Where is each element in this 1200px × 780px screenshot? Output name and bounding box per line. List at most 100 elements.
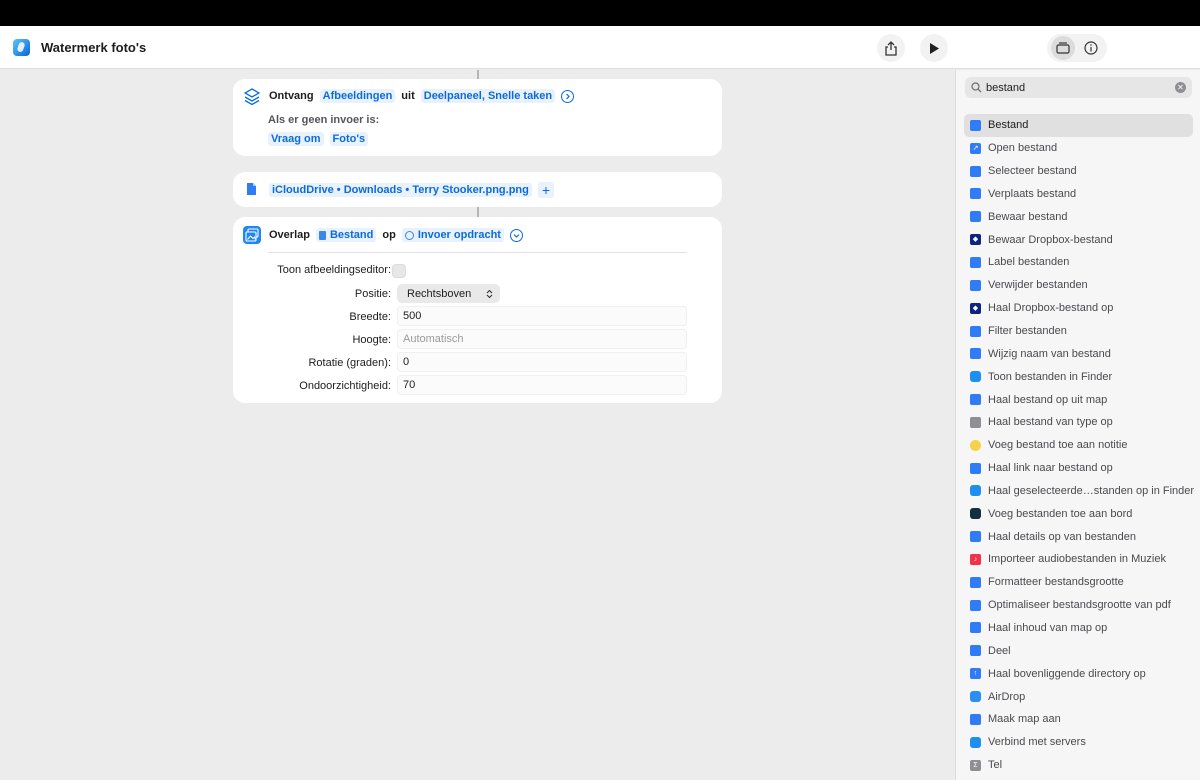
- editor-canvas: Ontvang Afbeeldingen uit Deelpaneel, Sne…: [0, 70, 955, 780]
- action-item[interactable]: Formatteer bestandsgrootte: [964, 571, 1193, 594]
- shortcuts-window: Watermerk foto's Ontvang Afbeeldingen ui…: [0, 26, 1200, 780]
- overlay-image-icon: [243, 226, 261, 244]
- cloud-icon: [970, 462, 981, 474]
- rotation-input[interactable]: [397, 352, 687, 372]
- action-item[interactable]: Haal bestand op uit map: [964, 388, 1193, 411]
- action-item-label: Bestand: [988, 119, 1029, 132]
- folder-icon: [970, 713, 981, 725]
- freeform-icon: [970, 508, 981, 520]
- action-item[interactable]: Maak map aan: [964, 708, 1193, 731]
- search-icon: [971, 82, 982, 93]
- action-item-label: Optimaliseer bestandsgrootte van pdf: [988, 599, 1171, 612]
- file-icon: [970, 165, 981, 177]
- collapse-button[interactable]: [509, 228, 523, 242]
- connector-line: [477, 207, 479, 217]
- action-item-label: Verplaats bestand: [988, 187, 1077, 200]
- shortcut-title[interactable]: Watermerk foto's: [41, 40, 146, 55]
- action-item-label: Haal bestand van type op: [988, 416, 1113, 429]
- action-item[interactable]: Verplaats bestand: [964, 183, 1193, 206]
- action-item-label: Voeg bestand toe aan notitie: [988, 439, 1128, 452]
- airdrop-icon: [970, 691, 981, 703]
- action-item-label: Haal details op van bestanden: [988, 530, 1136, 543]
- action-item[interactable]: ↑ Haal bovenliggende directory op: [964, 662, 1193, 685]
- library-tab[interactable]: [1051, 36, 1075, 60]
- file-icon: [247, 183, 256, 195]
- run-button[interactable]: [920, 34, 948, 62]
- action-item[interactable]: Haal bestand van type op: [964, 411, 1193, 434]
- from-word: uit: [401, 90, 415, 102]
- details-tab[interactable]: [1079, 36, 1103, 60]
- action-item[interactable]: Optimaliseer bestandsgrootte van pdf: [964, 594, 1193, 617]
- library-icon: [1056, 42, 1070, 54]
- save-icon: [970, 211, 981, 223]
- action-item-label: Open bestand: [988, 142, 1058, 155]
- width-label: Breedte:: [349, 311, 391, 323]
- fallback-action-token[interactable]: Vraag om: [268, 132, 324, 146]
- file-icon: [318, 230, 326, 240]
- action-item[interactable]: ◆ Haal Dropbox-bestand op: [964, 297, 1193, 320]
- action-item[interactable]: Label bestanden: [964, 251, 1193, 274]
- play-icon: [930, 42, 939, 54]
- action-item[interactable]: Verwijder bestanden: [964, 274, 1193, 297]
- notes-icon: [970, 439, 981, 451]
- action-item[interactable]: Filter bestanden: [964, 320, 1193, 343]
- opacity-label: Ondoorzichtigheid:: [299, 380, 391, 392]
- action-item[interactable]: Bestand: [964, 114, 1193, 137]
- action-item[interactable]: Haal link naar bestand op: [964, 457, 1193, 480]
- action-item-label: Label bestanden: [988, 256, 1070, 269]
- action-item[interactable]: Haal inhoud van map op: [964, 617, 1193, 640]
- share-icon: [885, 40, 897, 56]
- action-item[interactable]: ↗ Open bestand: [964, 137, 1193, 160]
- action-item-label: Bewaar bestand: [988, 210, 1068, 223]
- file-path-token[interactable]: iCloudDrive • Downloads • Terry Stooker.…: [269, 183, 532, 197]
- details-icon: [970, 531, 981, 543]
- action-item[interactable]: Voeg bestand toe aan notitie: [964, 434, 1193, 457]
- show-editor-checkbox[interactable]: [392, 264, 406, 278]
- title-bar: Watermerk foto's: [0, 26, 1200, 69]
- fallback-row: Vraag om Foto's: [268, 132, 374, 146]
- action-item[interactable]: Bewaar bestand: [964, 205, 1193, 228]
- action-item[interactable]: AirDrop: [964, 685, 1193, 708]
- action-item[interactable]: Σ Tel: [964, 754, 1193, 777]
- search-file-icon: [970, 416, 981, 428]
- dropbox-icon: ◆: [970, 234, 981, 246]
- action-item-label: Tel: [988, 759, 1003, 772]
- sources-token[interactable]: Deelpaneel, Snelle taken: [420, 89, 556, 103]
- editor-label: Toon afbeeldingseditor:: [277, 264, 391, 276]
- compress-icon: [970, 599, 981, 611]
- action-search: ✕: [965, 77, 1192, 98]
- action-item[interactable]: Wijzig naam van bestand: [964, 342, 1193, 365]
- folder-icon: [970, 622, 981, 634]
- action-item[interactable]: ◆ Bewaar Dropbox-bestand: [964, 228, 1193, 251]
- expand-button[interactable]: [561, 89, 575, 103]
- clear-search-button[interactable]: ✕: [1175, 82, 1186, 93]
- action-item[interactable]: ♪ Importeer audiobestanden in Muziek: [964, 548, 1193, 571]
- action-item[interactable]: Toon bestanden in Finder: [964, 365, 1193, 388]
- action-item-label: Verbind met servers: [988, 736, 1086, 749]
- fallback-type-token[interactable]: Foto's: [329, 132, 369, 146]
- action-item[interactable]: Deel: [964, 639, 1193, 662]
- action-item-label: Haal bovenliggende directory op: [988, 667, 1146, 680]
- file-variable-token[interactable]: Bestand: [315, 228, 377, 242]
- position-select[interactable]: Rechtsboven: [397, 284, 500, 303]
- share-icon: [970, 645, 981, 657]
- action-item[interactable]: Selecteer bestand: [964, 160, 1193, 183]
- action-item[interactable]: Voeg bestanden toe aan bord: [964, 502, 1193, 525]
- opacity-input[interactable]: [397, 375, 687, 395]
- folder-icon: [970, 188, 981, 200]
- shortcut-input-icon: [404, 230, 414, 240]
- action-item[interactable]: Verbind met servers: [964, 731, 1193, 754]
- overlay-keyword: Overlap: [269, 229, 310, 241]
- width-input[interactable]: [397, 306, 687, 326]
- height-input[interactable]: [397, 329, 687, 349]
- search-input[interactable]: [986, 79, 1166, 96]
- no-input-label: Als er geen invoer is:: [268, 114, 380, 126]
- action-item[interactable]: Haal geselecteerde…standen op in Finder: [964, 480, 1194, 503]
- add-file-button[interactable]: +: [537, 182, 555, 198]
- share-button[interactable]: [877, 34, 905, 62]
- action-item[interactable]: Haal details op van bestanden: [964, 525, 1193, 548]
- dropbox-icon: ◆: [970, 302, 981, 314]
- input-variable-token[interactable]: Invoer opdracht: [401, 228, 504, 242]
- connector-line: [477, 70, 479, 79]
- input-type-token[interactable]: Afbeeldingen: [319, 89, 396, 103]
